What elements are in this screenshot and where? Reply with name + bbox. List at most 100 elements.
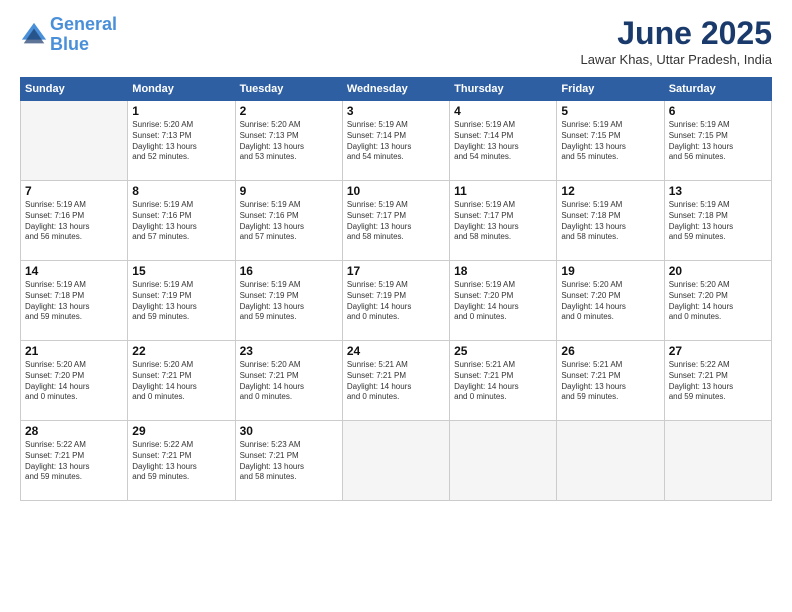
calendar-cell: [21, 101, 128, 181]
calendar-cell: 11 Sunrise: 5:19 AM Sunset: 7:17 PM Dayli…: [450, 181, 557, 261]
day-info: Sunrise: 5:21 AM Sunset: 7:21 PM Dayligh…: [454, 360, 552, 403]
day-number: 6: [669, 104, 767, 118]
day-number: 23: [240, 344, 338, 358]
day-number: 21: [25, 344, 123, 358]
title-block: June 2025 Lawar Khas, Uttar Pradesh, Ind…: [581, 15, 773, 67]
day-number: 27: [669, 344, 767, 358]
day-number: 9: [240, 184, 338, 198]
day-info: Sunrise: 5:20 AM Sunset: 7:21 PM Dayligh…: [240, 360, 338, 403]
day-header-tuesday: Tuesday: [235, 78, 342, 101]
day-number: 4: [454, 104, 552, 118]
week-row-2: 7 Sunrise: 5:19 AM Sunset: 7:16 PM Daylig…: [21, 181, 772, 261]
day-number: 12: [561, 184, 659, 198]
day-number: 18: [454, 264, 552, 278]
calendar-cell: 18 Sunrise: 5:19 AM Sunset: 7:20 PM Dayli…: [450, 261, 557, 341]
day-info: Sunrise: 5:19 AM Sunset: 7:16 PM Dayligh…: [25, 200, 123, 243]
day-number: 8: [132, 184, 230, 198]
day-header-wednesday: Wednesday: [342, 78, 449, 101]
logo: General Blue: [20, 15, 117, 55]
header: General Blue June 2025 Lawar Khas, Uttar…: [20, 15, 772, 67]
calendar-cell: 25 Sunrise: 5:21 AM Sunset: 7:21 PM Dayli…: [450, 341, 557, 421]
calendar-table: SundayMondayTuesdayWednesdayThursdayFrid…: [20, 77, 772, 501]
day-info: Sunrise: 5:19 AM Sunset: 7:15 PM Dayligh…: [669, 120, 767, 163]
calendar-cell: 2 Sunrise: 5:20 AM Sunset: 7:13 PM Daylig…: [235, 101, 342, 181]
day-number: 25: [454, 344, 552, 358]
day-number: 10: [347, 184, 445, 198]
day-header-sunday: Sunday: [21, 78, 128, 101]
day-info: Sunrise: 5:20 AM Sunset: 7:20 PM Dayligh…: [25, 360, 123, 403]
calendar-cell: 30Sunrise: 5:23 AM Sunset: 7:21 PM Dayli…: [235, 421, 342, 501]
day-number: 7: [25, 184, 123, 198]
week-row-5: 28 Sunrise: 5:22 AM Sunset: 7:21 PM Dayli…: [21, 421, 772, 501]
calendar-cell: 21 Sunrise: 5:20 AM Sunset: 7:20 PM Dayli…: [21, 341, 128, 421]
day-number: 28: [25, 424, 123, 438]
day-info: Sunrise: 5:20 AM Sunset: 7:20 PM Dayligh…: [561, 280, 659, 323]
calendar-cell: 15 Sunrise: 5:19 AM Sunset: 7:19 PM Dayli…: [128, 261, 235, 341]
day-info: Sunrise: 5:19 AM Sunset: 7:19 PM Dayligh…: [132, 280, 230, 323]
day-info: Sunrise: 5:21 AM Sunset: 7:21 PM Dayligh…: [347, 360, 445, 403]
day-number: 20: [669, 264, 767, 278]
day-number: 19: [561, 264, 659, 278]
calendar-cell: 7 Sunrise: 5:19 AM Sunset: 7:16 PM Daylig…: [21, 181, 128, 261]
day-info: Sunrise: 5:20 AM Sunset: 7:20 PM Dayligh…: [669, 280, 767, 323]
day-number: 2: [240, 104, 338, 118]
day-number: 14: [25, 264, 123, 278]
day-info: Sunrise: 5:22 AM Sunset: 7:21 PM Dayligh…: [132, 440, 230, 483]
day-header-saturday: Saturday: [664, 78, 771, 101]
calendar-cell: 12 Sunrise: 5:19 AM Sunset: 7:18 PM Dayli…: [557, 181, 664, 261]
calendar-header-row: SundayMondayTuesdayWednesdayThursdayFrid…: [21, 78, 772, 101]
day-number: 15: [132, 264, 230, 278]
calendar-cell: [664, 421, 771, 501]
week-row-1: 1Sunrise: 5:20 AM Sunset: 7:13 PM Daylig…: [21, 101, 772, 181]
calendar-cell: 1Sunrise: 5:20 AM Sunset: 7:13 PM Daylig…: [128, 101, 235, 181]
calendar-cell: 16 Sunrise: 5:19 AM Sunset: 7:19 PM Dayli…: [235, 261, 342, 341]
day-number: 5: [561, 104, 659, 118]
calendar-cell: 3Sunrise: 5:19 AM Sunset: 7:14 PM Daylig…: [342, 101, 449, 181]
calendar-cell: 5 Sunrise: 5:19 AM Sunset: 7:15 PM Daylig…: [557, 101, 664, 181]
page: General Blue June 2025 Lawar Khas, Uttar…: [0, 0, 792, 612]
day-info: Sunrise: 5:19 AM Sunset: 7:18 PM Dayligh…: [25, 280, 123, 323]
day-number: 22: [132, 344, 230, 358]
day-info: Sunrise: 5:19 AM Sunset: 7:18 PM Dayligh…: [561, 200, 659, 243]
day-info: Sunrise: 5:20 AM Sunset: 7:13 PM Dayligh…: [132, 120, 230, 163]
day-header-thursday: Thursday: [450, 78, 557, 101]
month-title: June 2025: [581, 15, 773, 52]
logo-text: General Blue: [50, 15, 117, 55]
day-number: 16: [240, 264, 338, 278]
calendar-cell: 20 Sunrise: 5:20 AM Sunset: 7:20 PM Dayli…: [664, 261, 771, 341]
day-number: 26: [561, 344, 659, 358]
day-number: 24: [347, 344, 445, 358]
calendar-cell: 4 Sunrise: 5:19 AM Sunset: 7:14 PM Daylig…: [450, 101, 557, 181]
logo-icon: [20, 21, 48, 49]
day-info: Sunrise: 5:19 AM Sunset: 7:16 PM Dayligh…: [132, 200, 230, 243]
day-info: Sunrise: 5:19 AM Sunset: 7:19 PM Dayligh…: [347, 280, 445, 323]
day-info: Sunrise: 5:20 AM Sunset: 7:13 PM Dayligh…: [240, 120, 338, 163]
location: Lawar Khas, Uttar Pradesh, India: [581, 52, 773, 67]
day-info: Sunrise: 5:19 AM Sunset: 7:18 PM Dayligh…: [669, 200, 767, 243]
day-info: Sunrise: 5:20 AM Sunset: 7:21 PM Dayligh…: [132, 360, 230, 403]
day-info: Sunrise: 5:19 AM Sunset: 7:20 PM Dayligh…: [454, 280, 552, 323]
calendar-cell: 8 Sunrise: 5:19 AM Sunset: 7:16 PM Daylig…: [128, 181, 235, 261]
calendar-cell: 29 Sunrise: 5:22 AM Sunset: 7:21 PM Dayli…: [128, 421, 235, 501]
calendar-cell: 14 Sunrise: 5:19 AM Sunset: 7:18 PM Dayli…: [21, 261, 128, 341]
calendar-cell: [450, 421, 557, 501]
day-info: Sunrise: 5:19 AM Sunset: 7:17 PM Dayligh…: [454, 200, 552, 243]
day-info: Sunrise: 5:19 AM Sunset: 7:15 PM Dayligh…: [561, 120, 659, 163]
calendar-cell: [557, 421, 664, 501]
day-number: 11: [454, 184, 552, 198]
calendar-cell: 10Sunrise: 5:19 AM Sunset: 7:17 PM Dayli…: [342, 181, 449, 261]
calendar-cell: 9Sunrise: 5:19 AM Sunset: 7:16 PM Daylig…: [235, 181, 342, 261]
calendar-cell: 23 Sunrise: 5:20 AM Sunset: 7:21 PM Dayli…: [235, 341, 342, 421]
day-number: 29: [132, 424, 230, 438]
calendar-cell: 28Sunrise: 5:22 AM Sunset: 7:21 PM Dayli…: [21, 421, 128, 501]
calendar-cell: 27Sunrise: 5:22 AM Sunset: 7:21 PM Dayli…: [664, 341, 771, 421]
day-number: 17: [347, 264, 445, 278]
calendar-cell: 19 Sunrise: 5:20 AM Sunset: 7:20 PM Dayli…: [557, 261, 664, 341]
day-info: Sunrise: 5:19 AM Sunset: 7:19 PM Dayligh…: [240, 280, 338, 323]
day-info: Sunrise: 5:19 AM Sunset: 7:14 PM Dayligh…: [454, 120, 552, 163]
calendar-cell: 6 Sunrise: 5:19 AM Sunset: 7:15 PM Daylig…: [664, 101, 771, 181]
day-info: Sunrise: 5:21 AM Sunset: 7:21 PM Dayligh…: [561, 360, 659, 403]
calendar-cell: 24 Sunrise: 5:21 AM Sunset: 7:21 PM Dayli…: [342, 341, 449, 421]
day-info: Sunrise: 5:19 AM Sunset: 7:14 PM Dayligh…: [347, 120, 445, 163]
calendar-cell: 22 Sunrise: 5:20 AM Sunset: 7:21 PM Dayli…: [128, 341, 235, 421]
